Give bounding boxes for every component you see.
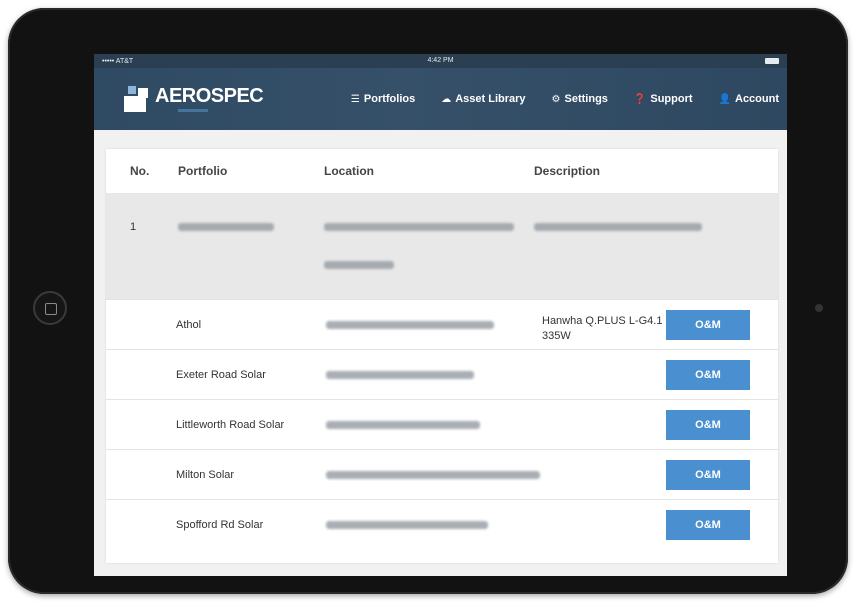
top-navbar: AEROSPEC ☰ Portfolios ☁ Asset Library ⚙ …: [94, 68, 787, 130]
portfolio-row[interactable]: 1: [106, 193, 778, 299]
site-name: Milton Solar: [176, 469, 235, 481]
site-name: Exeter Road Solar: [176, 369, 266, 381]
camera-dot: [815, 304, 823, 312]
logo-mark-icon: [124, 86, 154, 112]
portfolio-location-line2-redacted: [324, 261, 394, 269]
cloud-icon: ☁: [441, 93, 452, 105]
nav-portfolios-label: Portfolios: [363, 93, 416, 105]
portfolio-table: No. Portfolio Location Description 1 Ath…: [106, 149, 778, 563]
site-name: Spofford Rd Solar: [176, 519, 264, 531]
site-location-redacted: [326, 371, 474, 379]
gear-icon: ⚙: [551, 93, 561, 105]
clock-label: 4:42 PM: [427, 57, 454, 64]
table-header: No. Portfolio Location Description: [106, 149, 778, 193]
nav-account-label: Account: [735, 93, 779, 105]
portfolio-number: 1: [130, 221, 137, 233]
nav-support-label: Support: [650, 93, 693, 105]
nav-portfolios[interactable]: ☰ Portfolios: [351, 93, 415, 105]
nav-settings[interactable]: ⚙ Settings: [552, 93, 608, 105]
tablet-frame: ••••• AT&T 4:42 PM AEROSPEC ☰ Portfolios: [8, 8, 848, 594]
nav-settings-label: Settings: [564, 93, 608, 105]
carrier-label: ••••• AT&T: [102, 57, 134, 65]
nav-support[interactable]: ❓ Support: [634, 93, 693, 105]
om-button[interactable]: O&M: [666, 310, 750, 340]
brand-logo[interactable]: AEROSPEC: [124, 85, 264, 112]
om-button[interactable]: O&M: [666, 510, 750, 540]
table-row: Athol Hanwha Q.PLUS L-G4.1 335W O&M: [106, 299, 778, 349]
table-row: Exeter Road Solar O&M: [106, 349, 778, 399]
header-location: Location: [324, 164, 374, 178]
question-icon: ❓: [633, 93, 647, 105]
om-button[interactable]: O&M: [666, 460, 750, 490]
nav-account[interactable]: 👤 Account: [719, 93, 779, 105]
app-screen: ••••• AT&T 4:42 PM AEROSPEC ☰ Portfolios: [94, 54, 787, 576]
om-button[interactable]: O&M: [666, 360, 750, 390]
battery-icon: [765, 58, 779, 64]
home-button[interactable]: [33, 291, 67, 325]
site-name: Athol: [176, 319, 202, 331]
portfolio-location-redacted: [324, 223, 514, 231]
table-row: Milton Solar O&M: [106, 449, 778, 499]
portfolio-name-redacted: [178, 223, 274, 231]
main-nav: ☰ Portfolios ☁ Asset Library ⚙ Settings …: [325, 68, 779, 130]
site-description: Hanwha Q.PLUS L-G4.1 335W: [542, 315, 663, 342]
nav-asset-library[interactable]: ☁ Asset Library: [441, 93, 525, 105]
list-icon: ☰: [350, 93, 360, 105]
table-row: Littleworth Road Solar O&M: [106, 399, 778, 449]
nav-asset-library-label: Asset Library: [455, 93, 526, 105]
header-no: No.: [130, 164, 150, 178]
om-button[interactable]: O&M: [666, 410, 750, 440]
brand-subline: [178, 109, 208, 112]
portfolio-description-redacted: [534, 223, 702, 231]
status-bar: ••••• AT&T 4:42 PM: [94, 54, 787, 68]
user-icon: 👤: [718, 93, 731, 105]
site-location-redacted: [326, 321, 494, 329]
site-location-redacted: [326, 471, 540, 479]
table-row: Spofford Rd Solar O&M: [106, 499, 778, 549]
site-location-redacted: [326, 521, 488, 529]
header-portfolio: Portfolio: [178, 164, 228, 178]
header-description: Description: [534, 164, 601, 178]
brand-name: AEROSPEC: [155, 85, 264, 107]
site-location-redacted: [326, 421, 480, 429]
site-name: Littleworth Road Solar: [176, 419, 285, 431]
